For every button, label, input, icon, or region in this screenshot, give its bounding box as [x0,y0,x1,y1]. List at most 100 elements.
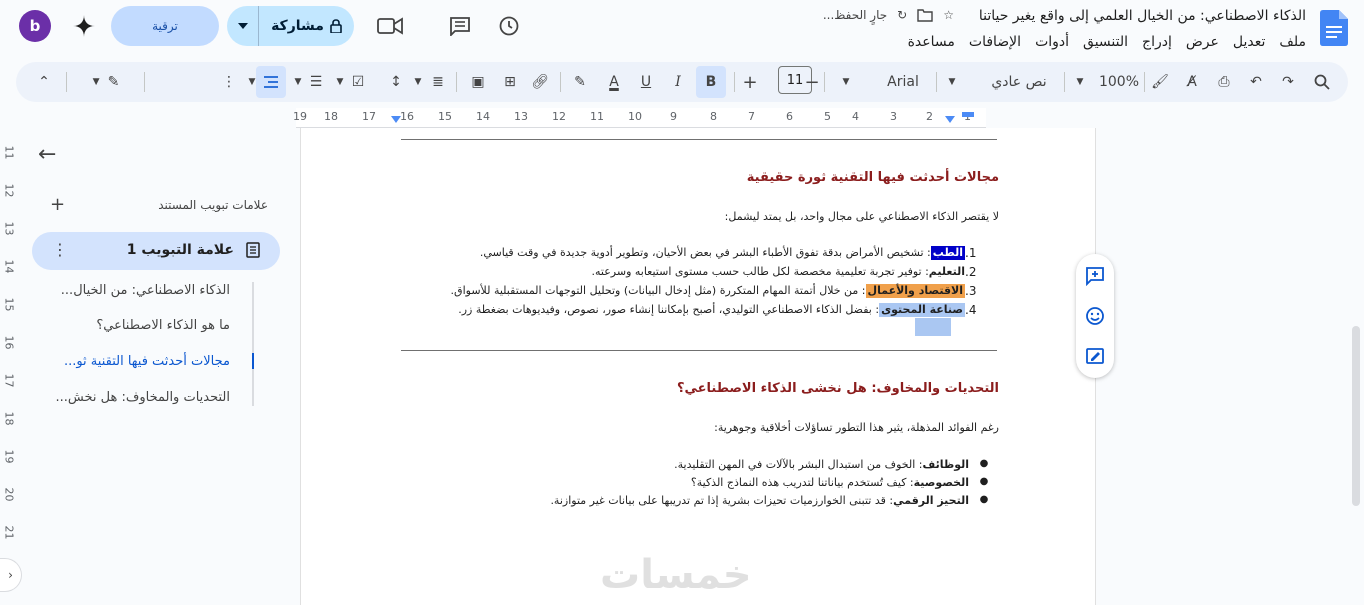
print-icon[interactable]: ⎙ [1212,66,1236,98]
upgrade-button[interactable]: ترقية [111,6,219,46]
vruler-number: 21 [2,525,16,540]
horizontal-ruler[interactable]: 19 18 17 16 15 14 13 12 11 10 9 8 7 6 5 … [0,108,1364,128]
tab-1[interactable]: ⋮ علامة التبويب 1 [32,232,280,270]
first-line-indent-marker[interactable] [962,112,974,117]
increase-font-size-icon[interactable]: + [740,66,760,98]
toolbar-divider [1064,72,1065,92]
title-icons: ☆ ↻ جارٍ الحفظ... [823,8,954,22]
version-history-icon[interactable] [493,10,525,42]
list-item: 4. صناعة المحتوى : بفضل الذكاء الاصطناعي… [458,303,999,317]
toolbar-divider [936,72,937,92]
share-dropdown-icon[interactable] [227,6,259,46]
document-title[interactable]: الذكاء الاصطناعي: من الخيال العلمي إلى و… [979,8,1306,24]
highlight-color-icon[interactable]: ✎ [568,66,592,98]
back-arrow-icon[interactable]: ← [38,142,56,167]
zoom-select[interactable]: 100% [1094,66,1144,98]
menu-edit[interactable]: تعديل [1233,34,1266,50]
line-spacing-icon[interactable]: ↕ [384,66,408,98]
more-options-icon[interactable]: ⋮ [222,66,236,98]
toolbar-divider [734,72,735,92]
move-folder-icon[interactable] [917,8,933,22]
zoom-dropdown-icon[interactable]: ▼ [1072,66,1088,98]
redo-icon[interactable]: ↷ [1276,66,1300,98]
paragraph-style-select[interactable]: نص عادي [984,66,1054,98]
add-comment-icon[interactable] [1083,264,1107,288]
right-indent-marker[interactable] [945,116,955,123]
insert-image-icon[interactable]: ▣ [466,66,490,98]
ruler-number: 15 [438,110,452,123]
floating-actions [1076,254,1114,378]
text-selection [915,318,951,336]
horizontal-rule [401,139,997,140]
outline-item-active[interactable]: مجالات أحدثت فيها التقنية ثو... [64,354,230,369]
spelling-check-icon[interactable]: A̸ [1180,66,1204,98]
sync-icon[interactable]: ↻ [897,8,907,22]
font-family-select[interactable]: Arial [878,66,928,98]
formatting-toolbar: ⌃ ▼ ✎ ⋮ ▼ ▼ ☰ ▼ ☑ ↕ ▼ ≣ ▣ ⊞ 🔗︎ ✎ A U I B … [16,62,1348,102]
editing-mode-icon[interactable]: ▼ ✎ [86,66,126,98]
list-term: صناعة المحتوى [879,303,965,317]
vruler-number: 16 [2,335,16,350]
vertical-ruler: 11 12 13 14 15 16 17 18 19 20 21 [0,128,18,605]
bold-icon[interactable]: B [696,66,726,98]
italic-icon[interactable]: I [666,66,690,98]
watermark: خمسات [600,552,752,598]
share-button[interactable]: مشاركة [227,6,354,46]
align-dropdown-icon[interactable]: ▼ [410,66,426,98]
share-main[interactable]: مشاركة [259,18,354,34]
checklist-icon[interactable]: ☑ [346,66,370,98]
ruler-number: 12 [552,110,566,123]
document-outline-panel: ← + علامات تبويب المستند ⋮ علامة التبويب… [18,128,290,605]
save-status: جارٍ الحفظ... [822,8,888,22]
font-dropdown-icon[interactable]: ▼ [838,66,854,98]
ruler-number: 4 [852,110,859,123]
search-menus-icon[interactable] [1310,66,1334,98]
outline-item[interactable]: ما هو الذكاء الاصطناعي؟ [96,318,230,333]
document-page[interactable]: مجالات أحدثت فيها التقنية ثورة حقيقية لا… [300,128,1096,605]
vruler-number: 17 [2,373,16,388]
star-icon[interactable]: ☆ [943,8,954,22]
list-term: الطب [930,246,965,260]
underline-icon[interactable]: U [634,66,658,98]
meet-camera-icon[interactable] [374,10,406,42]
left-indent-marker[interactable] [391,116,401,123]
outline-item[interactable]: الذكاء الاصطناعي: من الخيال... [61,283,230,298]
menu-help[interactable]: مساعدة [908,34,955,50]
undo-icon[interactable]: ↶ [1244,66,1268,98]
bullet-term: التحيز الرقمي [893,494,969,507]
comments-icon[interactable] [444,10,476,42]
menu-tools[interactable]: أدوات [1035,34,1069,50]
account-avatar[interactable]: b [19,10,51,42]
menu-extensions[interactable]: الإضافات [969,34,1021,50]
list-number: 3. [965,284,977,298]
bullet-text: : الخوف من استبدال البشر بالآلات في المه… [674,458,923,471]
toolbar-divider [144,72,145,92]
decrease-font-size-icon[interactable]: − [802,66,822,98]
style-dropdown-icon[interactable]: ▼ [944,66,960,98]
paint-format-icon[interactable]: 🖌︎ [1148,66,1172,98]
menu-file[interactable]: ملف [1279,34,1306,50]
ruler-number: 9 [670,110,677,123]
menu-view[interactable]: عرض [1186,34,1219,50]
outline-item[interactable]: التحديات والمخاوف: هل نخش... [56,390,230,405]
rtl-text-icon[interactable] [256,66,286,98]
vertical-scrollbar[interactable] [1352,326,1360,506]
insert-link-icon[interactable]: 🔗︎ [528,66,552,98]
gemini-icon[interactable] [68,10,100,42]
bullet-item: ● الوظائف : الخوف من استبدال البشر بالآل… [674,458,999,471]
docs-logo-icon[interactable] [1320,10,1348,46]
tab-options-icon[interactable]: ⋮ [52,240,68,259]
vruler-number: 14 [2,259,16,274]
numbered-list-icon[interactable]: ☰ [304,66,328,98]
add-emoji-reaction-icon[interactable] [1083,304,1107,328]
align-icon[interactable]: ≣ [426,66,450,98]
menu-insert[interactable]: إدراج [1142,34,1172,50]
document-tabs-label: علامات تبويب المستند [158,198,268,212]
suggest-edits-icon[interactable] [1083,344,1107,368]
text-color-icon[interactable]: A [602,66,626,98]
list-term: التعليم [928,265,965,278]
add-tab-icon[interactable]: + [50,194,65,215]
menu-format[interactable]: التنسيق [1083,34,1128,50]
collapse-menus-icon[interactable]: ⌃ [34,66,54,98]
insert-comment-icon[interactable]: ⊞ [498,66,522,98]
